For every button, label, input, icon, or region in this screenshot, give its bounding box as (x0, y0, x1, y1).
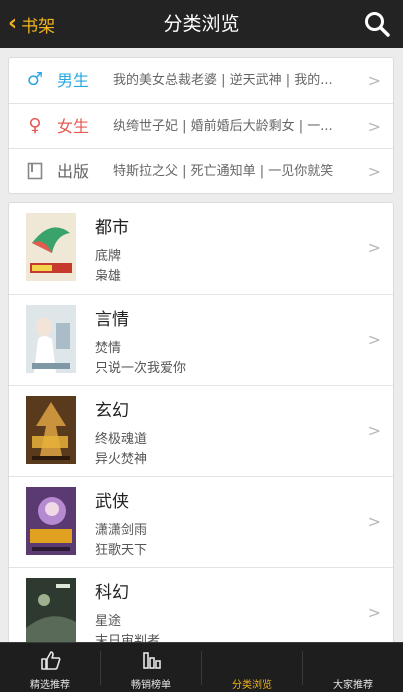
category-female[interactable]: ♀ 女生 纨绔世子妃 | 婚前婚后大龄剩女 | 一... > (9, 103, 393, 149)
gender-category-card: ♂ 男生 我的美女总裁老婆 | 逆天武神 | 我的... > ♀ 女生 纨绔世子… (8, 57, 394, 194)
genre-item-martial-arts[interactable]: 武侠 潇潇剑雨 狂歌天下 > (9, 476, 393, 567)
featured-book: 潇潇剑雨 (95, 523, 148, 538)
tab-categories[interactable]: 分类浏览 (202, 643, 302, 692)
featured-book: 焚情 (95, 341, 122, 356)
genre-name: 武侠 (95, 492, 129, 512)
tab-label: 大家推荐 (333, 680, 373, 691)
featured-book: 只说一次我爱你 (95, 361, 187, 376)
category-male-desc: 我的美女总裁老婆 | 逆天武神 | 我的... (113, 73, 333, 88)
book-cover-image (26, 578, 76, 646)
chevron-right-icon: > (367, 421, 381, 440)
genre-item-urban[interactable]: 都市 底牌 枭雄 > (9, 203, 393, 293)
genre-name: 言情 (95, 310, 129, 330)
male-icon: ♂ (26, 69, 44, 90)
book-cover-image (26, 487, 76, 555)
female-icon: ♀ (28, 115, 42, 136)
genre-name: 科幻 (95, 583, 129, 603)
header-bar: ‹ 书架 分类浏览 (0, 0, 403, 48)
bar-chart-icon (143, 652, 161, 669)
book-cover-image (26, 213, 76, 281)
book-cover-image (26, 305, 76, 373)
genre-name: 玄幻 (95, 401, 129, 421)
chevron-right-icon: > (367, 330, 381, 349)
search-button[interactable] (363, 10, 391, 38)
category-female-desc: 纨绔世子妃 | 婚前婚后大龄剩女 | 一... (113, 119, 333, 134)
category-male[interactable]: ♂ 男生 我的美女总裁老婆 | 逆天武神 | 我的... > (9, 58, 393, 103)
chevron-right-icon: > (367, 162, 381, 181)
bottom-tab-bar: 精选推荐 畅销榜单 分类浏览 大家推荐 (0, 642, 403, 692)
chevron-right-icon: > (367, 71, 381, 90)
tab-bestsellers[interactable]: 畅销榜单 (101, 643, 201, 692)
featured-book: 异火焚神 (95, 452, 148, 467)
featured-book: 底牌 (95, 249, 122, 264)
tab-featured[interactable]: 精选推荐 (0, 643, 100, 692)
featured-book: 狂歌天下 (95, 543, 148, 558)
featured-book: 终极魂道 (95, 432, 148, 447)
book-icon (25, 159, 45, 183)
genre-name: 都市 (95, 218, 129, 238)
featured-book: 枭雄 (95, 269, 122, 284)
chevron-right-icon: > (367, 117, 381, 136)
chevron-right-icon: > (367, 238, 381, 257)
thumbs-up-icon (41, 651, 61, 670)
genre-list: 都市 底牌 枭雄 > 言情 焚情 只说一次我爱你 > 玄幻 终极魂道 异火焚神 … (8, 202, 394, 664)
genre-item-romance[interactable]: 言情 焚情 只说一次我爱你 > (9, 294, 393, 385)
page-title: 分类浏览 (163, 13, 240, 35)
featured-book: 星途 (95, 614, 122, 629)
category-published[interactable]: 出版 特斯拉之父 | 死亡通知单 | 一见你就笑 > (9, 148, 393, 194)
book-cover-image (26, 396, 76, 464)
category-published-label: 出版 (57, 162, 90, 181)
chevron-right-icon: > (367, 512, 381, 531)
tab-community-picks[interactable]: 大家推荐 (303, 643, 403, 692)
category-male-label: 男生 (57, 71, 90, 90)
genre-item-fantasy[interactable]: 玄幻 终极魂道 异火焚神 > (9, 385, 393, 476)
category-published-desc: 特斯拉之父 | 死亡通知单 | 一见你就笑 (113, 164, 334, 179)
search-icon (365, 12, 390, 37)
tab-label: 精选推荐 (30, 680, 70, 691)
tab-label: 畅销榜单 (131, 680, 171, 691)
tab-label: 分类浏览 (232, 680, 272, 691)
category-female-label: 女生 (57, 117, 90, 136)
